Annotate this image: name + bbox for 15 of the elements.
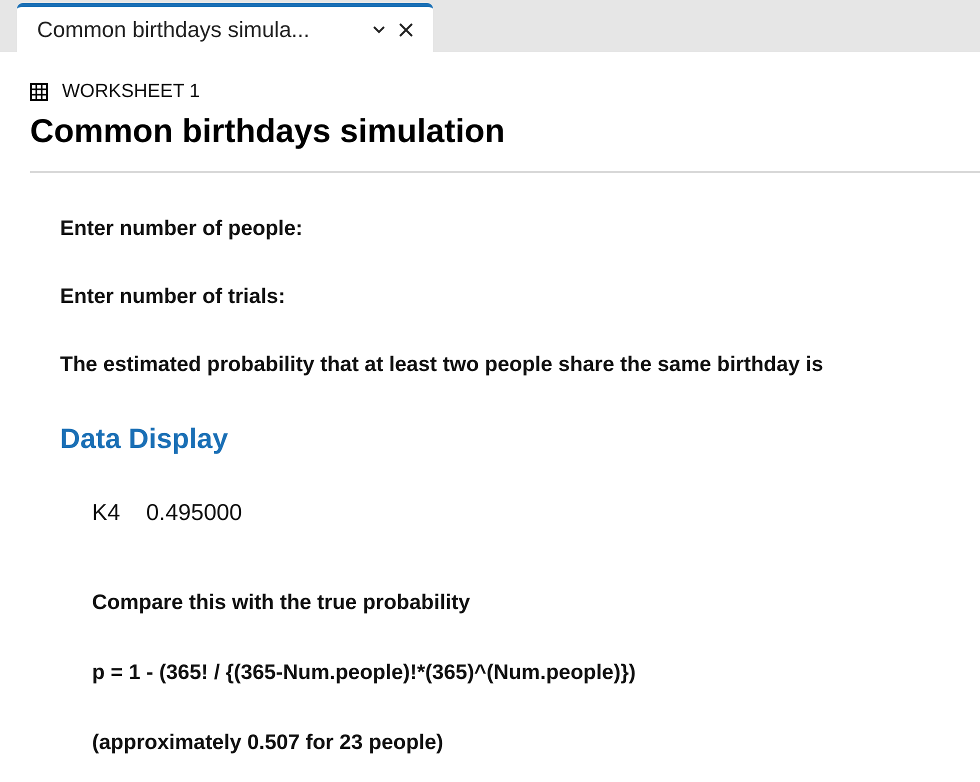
close-icon[interactable] <box>399 22 413 36</box>
chevron-down-icon[interactable] <box>373 26 385 34</box>
note-text: Compare this with the true probability <box>92 590 472 616</box>
prompt-text: Enter number of people: <box>60 216 304 242</box>
column-name: K4 <box>92 498 120 526</box>
grid-icon <box>30 83 48 102</box>
note-text: p = 1 - (365! / {(365-Num.people)!*(365)^(Num.people)}) <box>92 660 637 686</box>
prompt-text: The estimated probability that at least two people share the same birthday is <box>60 352 824 378</box>
section-heading: Data Display <box>60 422 230 456</box>
tab[interactable]: Common birthdays simula... <box>17 3 433 52</box>
worksheet-title: Common birthdays simulation <box>30 110 506 151</box>
worksheet-label: WORKSHEET 1 <box>62 80 200 104</box>
output-value: 0.495000 <box>146 498 242 526</box>
note-text: (approximately 0.507 for 23 people) <box>92 730 444 756</box>
prompt-text: Enter number of trials: <box>60 284 286 310</box>
